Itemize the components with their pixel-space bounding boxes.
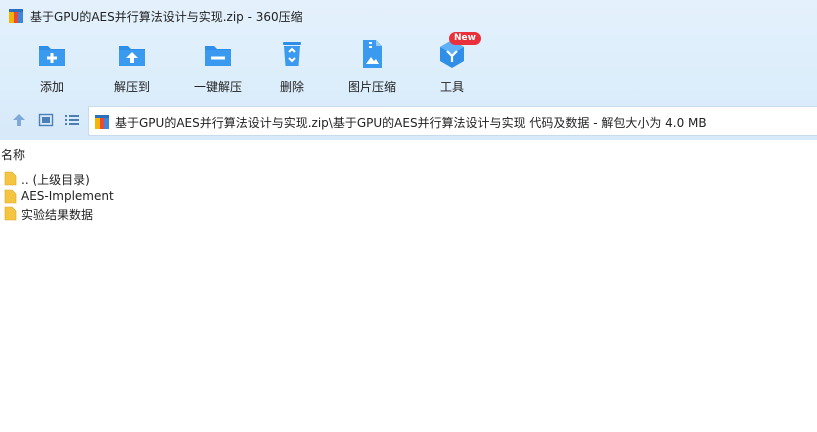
- image-compress-label: 图片压缩: [347, 80, 396, 94]
- folder-icon: [4, 189, 17, 204]
- delete-button[interactable]: 删除: [255, 38, 329, 96]
- address-bar[interactable]: 基于GPU的AES并行算法设计与实现.zip\基于GPU的AES并行算法设计与实…: [88, 106, 817, 136]
- list-view-icon[interactable]: [64, 112, 80, 128]
- extract-to-label: 解压到: [113, 80, 150, 94]
- column-name-header[interactable]: 名称: [1, 146, 25, 163]
- image-compress-button[interactable]: 图片压缩: [335, 38, 409, 96]
- column-header: 名称: [0, 142, 817, 164]
- thumbnail-view-icon[interactable]: [38, 112, 54, 128]
- tools-label: 工具: [439, 80, 464, 94]
- archive-icon: [95, 115, 109, 129]
- add-icon: [39, 46, 65, 66]
- new-badge: New: [449, 32, 481, 45]
- list-item-label: .. (上级目录): [21, 173, 90, 187]
- list-item-experiment-data[interactable]: 实验结果数据: [0, 205, 400, 222]
- tools-button[interactable]: New 工具: [415, 32, 489, 96]
- extract-to-button[interactable]: 解压到: [95, 38, 169, 96]
- trash-icon: [283, 42, 301, 66]
- archive-app-icon: [9, 9, 23, 23]
- list-item-label: AES-Implement: [21, 189, 114, 203]
- folder-icon: [4, 206, 17, 221]
- list-item-parent-dir[interactable]: .. (上级目录): [0, 170, 400, 187]
- add-button[interactable]: 添加: [15, 38, 89, 96]
- folder-icon: [4, 171, 17, 186]
- list-item-label: 实验结果数据: [21, 208, 94, 222]
- title-bar: 基于GPU的AES并行算法设计与实现.zip - 360压缩: [0, 0, 817, 32]
- one-click-extract-label: 一键解压: [193, 80, 242, 94]
- add-label: 添加: [39, 80, 64, 94]
- one-click-extract-icon: [205, 46, 231, 66]
- one-click-extract-button[interactable]: 一键解压: [181, 38, 255, 96]
- list-item-aes-implement[interactable]: AES-Implement: [0, 188, 400, 205]
- delete-label: 删除: [279, 80, 304, 94]
- extract-folder-icon: [119, 46, 145, 66]
- window-title: 基于GPU的AES并行算法设计与实现.zip - 360压缩: [30, 10, 303, 24]
- image-compress-icon: [363, 40, 382, 68]
- up-arrow-icon[interactable]: [11, 112, 27, 128]
- address-path: 基于GPU的AES并行算法设计与实现.zip\基于GPU的AES并行算法设计与实…: [115, 116, 707, 130]
